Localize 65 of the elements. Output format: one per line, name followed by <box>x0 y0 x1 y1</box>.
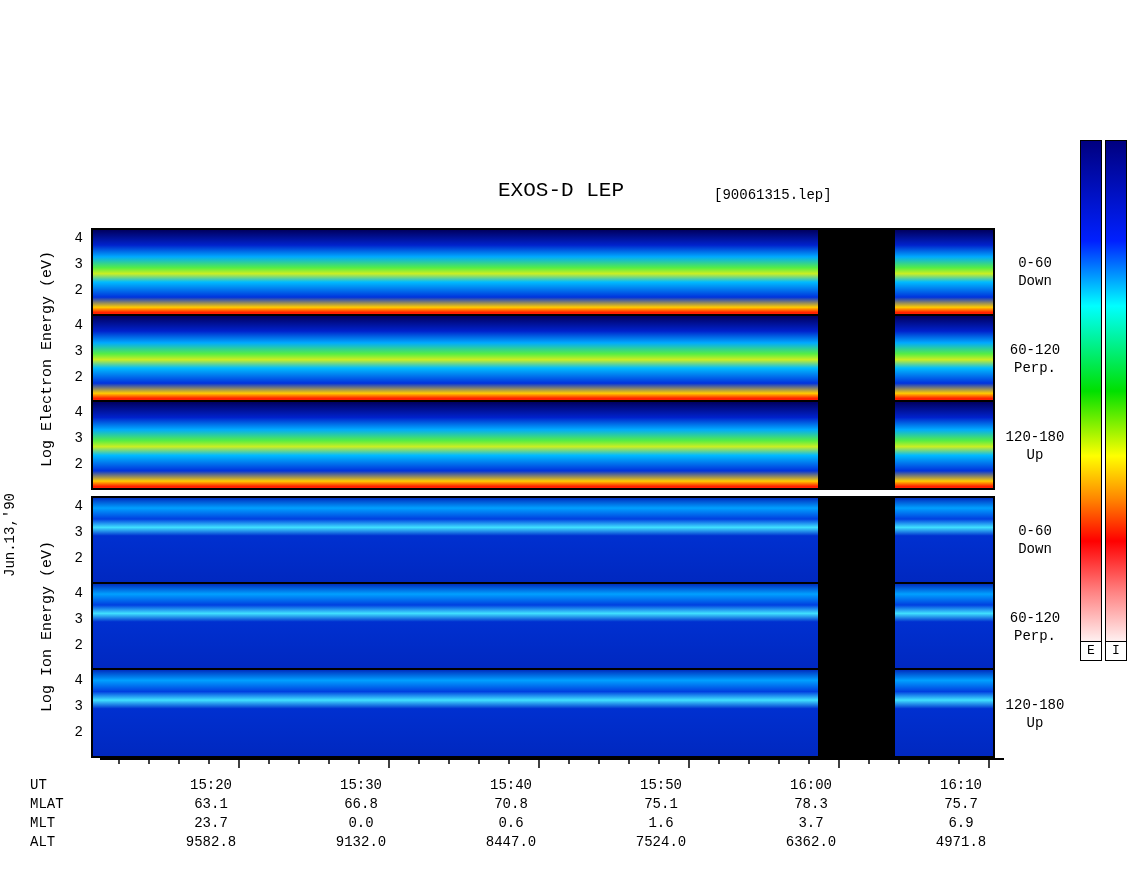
axis-value: 63.1 <box>193 795 229 814</box>
tick-label: 2 <box>74 368 83 387</box>
axis-value: 15:40 <box>489 776 533 795</box>
direction-label: Down <box>1018 539 1052 558</box>
axis-value: 4971.8 <box>934 833 988 852</box>
axis-row-label: ALT <box>29 833 57 852</box>
axis-value: 75.7 <box>943 795 979 814</box>
tick-label: 3 <box>74 610 83 629</box>
pitch-angle-label: 120-180 <box>1005 695 1065 714</box>
axis-value: 0.0 <box>347 814 375 833</box>
tick-label: 4 <box>74 229 83 248</box>
date-label: Jun.13,'90 <box>1 493 19 577</box>
axis-row-label: MLAT <box>29 795 65 814</box>
tick-label: 2 <box>74 723 83 742</box>
axis-value: 15:20 <box>189 776 233 795</box>
axis-value: 9582.8 <box>184 833 238 852</box>
tick-label: 2 <box>74 549 83 568</box>
axis-value: 16:00 <box>789 776 833 795</box>
axis-value: 1.6 <box>647 814 675 833</box>
direction-label: Down <box>1018 271 1052 290</box>
tick-label: 3 <box>74 697 83 716</box>
axis-value: 15:50 <box>639 776 683 795</box>
direction-label: Perp. <box>1014 626 1056 645</box>
color-scale-label: I <box>1105 642 1127 661</box>
axis-value: 78.3 <box>793 795 829 814</box>
axis-value: 7524.0 <box>634 833 688 852</box>
tick-label: 4 <box>74 497 83 516</box>
axis-row-label: UT <box>29 776 48 795</box>
axis-value: 0.6 <box>497 814 525 833</box>
tick-label: 3 <box>74 523 83 542</box>
tick-label: 3 <box>74 255 83 274</box>
axis-label: Log Electron Energy (eV) <box>37 250 57 467</box>
axis-value: 6362.0 <box>784 833 838 852</box>
color-scale-label: E <box>1080 642 1102 661</box>
axis-value: 6.9 <box>947 814 975 833</box>
direction-label: Up <box>1026 713 1044 732</box>
pitch-angle-label: 120-180 <box>1005 427 1065 446</box>
axis-row-label: MLT <box>29 814 57 833</box>
tick-label: 4 <box>74 671 83 690</box>
pitch-angle-label: 60-120 <box>1009 608 1061 627</box>
file-label: [90061315.lep] <box>714 186 832 205</box>
tick-label: 2 <box>74 455 83 474</box>
tick-label: 3 <box>74 429 83 448</box>
axis-value: 9132.0 <box>334 833 388 852</box>
tick-label: 4 <box>74 316 83 335</box>
axis-value: 70.8 <box>493 795 529 814</box>
tick-label: 2 <box>74 636 83 655</box>
pitch-angle-label: 0-60 <box>1018 253 1052 272</box>
pitch-angle-label: 60-120 <box>1009 340 1061 359</box>
tick-label: 3 <box>74 342 83 361</box>
axis-value: 75.1 <box>643 795 679 814</box>
tick-label: 4 <box>74 403 83 422</box>
axis-value: 66.8 <box>343 795 379 814</box>
direction-label: Perp. <box>1014 358 1056 377</box>
plot-title: EXOS-D LEP <box>498 177 625 204</box>
axis-label: Log Ion Energy (eV) <box>37 541 57 713</box>
axis-value: 23.7 <box>193 814 229 833</box>
axis-value: 8447.0 <box>484 833 538 852</box>
axis-value: 3.7 <box>797 814 825 833</box>
tick-label: 4 <box>74 584 83 603</box>
axis-value: 16:10 <box>939 776 983 795</box>
tick-label: 2 <box>74 281 83 300</box>
pitch-angle-label: 0-60 <box>1018 521 1052 540</box>
axis-value: 15:30 <box>339 776 383 795</box>
direction-label: Up <box>1026 445 1044 464</box>
